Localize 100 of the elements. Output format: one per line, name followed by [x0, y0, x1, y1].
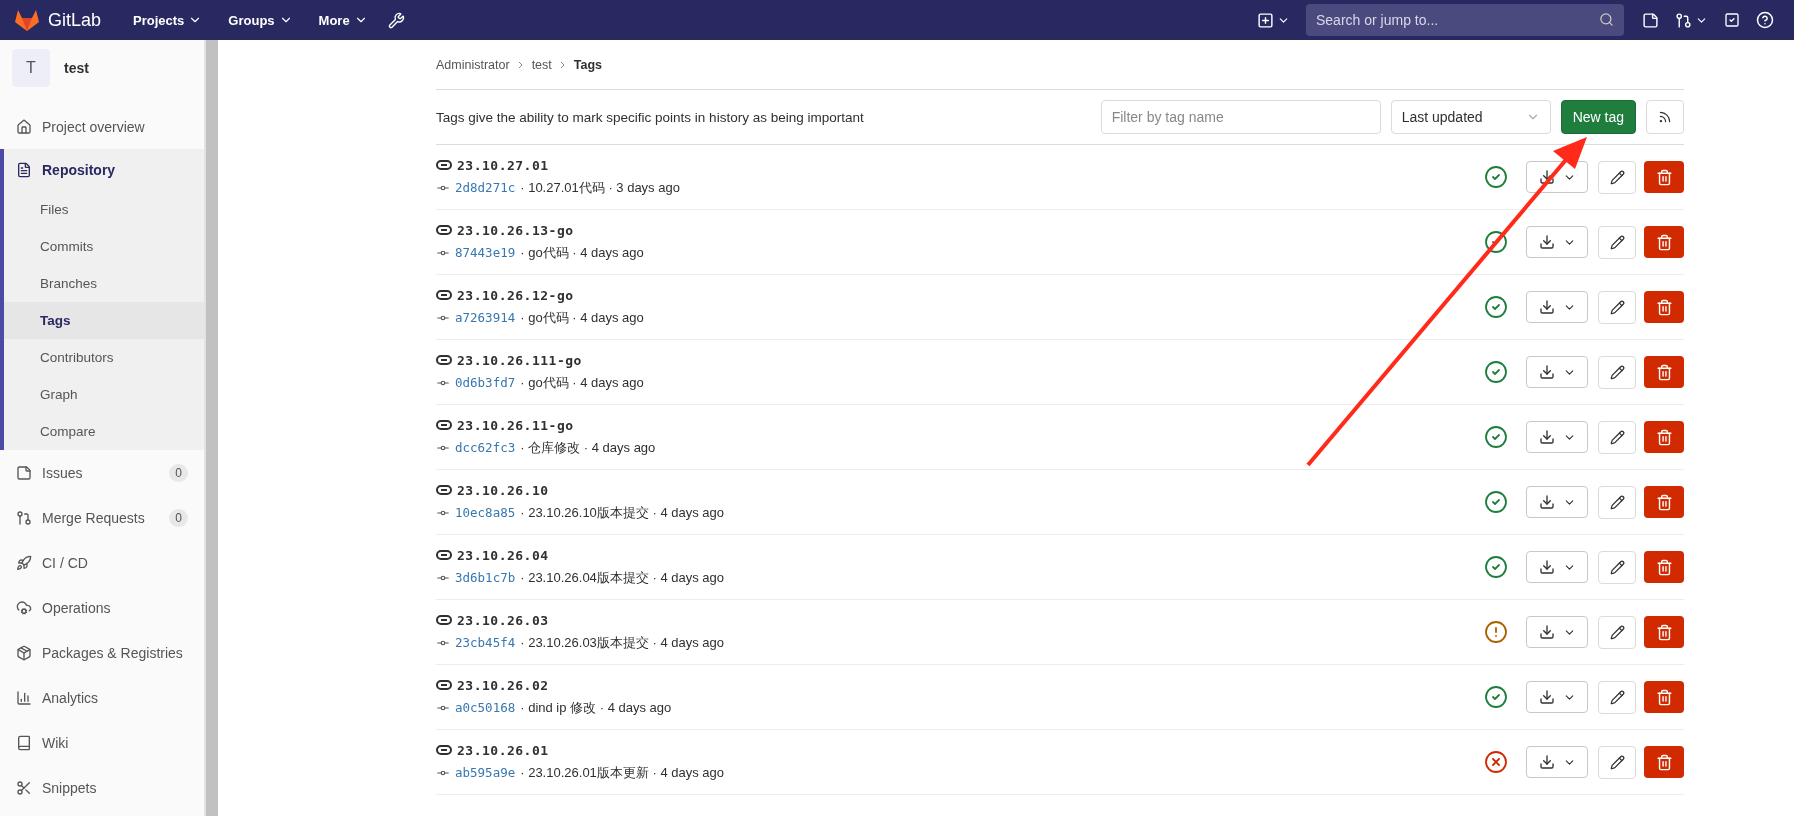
nav-menu[interactable]: Projects	[127, 8, 209, 32]
intro-text: Tags give the ability to mark specific points in history as being important	[436, 109, 865, 125]
wrench-icon[interactable]	[387, 11, 405, 29]
commit-sha[interactable]: 2d8d271c	[455, 180, 516, 195]
search-field[interactable]: Search or jump to...	[1306, 4, 1624, 36]
logo-icon[interactable]	[14, 8, 40, 32]
delete-button[interactable]	[1644, 421, 1684, 453]
scrollbar[interactable]	[205, 40, 218, 816]
commit-summary: · 23.10.26.01版本更新 · 4 days ago	[520, 763, 724, 782]
download-button[interactable]	[1526, 486, 1588, 518]
delete-button[interactable]	[1644, 551, 1684, 583]
sidebar-item[interactable]: Issues 0	[0, 450, 204, 495]
delete-button[interactable]	[1644, 746, 1684, 778]
sidebar-subitem[interactable]: Tags	[4, 302, 204, 339]
tag-name[interactable]: 23.10.26.13-go	[457, 222, 574, 238]
delete-button[interactable]	[1644, 681, 1684, 713]
sidebar-subitem[interactable]: Graph	[4, 376, 204, 413]
commit-sha[interactable]: 3d6b1c7b	[455, 570, 516, 585]
tag-name[interactable]: 23.10.26.02	[457, 677, 549, 693]
x-circle-icon[interactable]	[1484, 750, 1508, 774]
check-circle-icon[interactable]	[1484, 230, 1508, 254]
tag-name[interactable]: 23.10.26.12-go	[457, 287, 574, 303]
sidebar-item[interactable]: CI / CD	[0, 540, 204, 585]
edit-button[interactable]	[1598, 680, 1636, 714]
check-circle-icon[interactable]	[1484, 490, 1508, 514]
tag-name[interactable]: 23.10.26.03	[457, 612, 549, 628]
sort-dropdown[interactable]: Last updated	[1390, 100, 1551, 134]
chevron-right-icon	[559, 60, 566, 69]
sidebar-subitem[interactable]: Branches	[4, 265, 204, 302]
download-button[interactable]	[1526, 551, 1588, 583]
delete-button[interactable]	[1644, 486, 1684, 518]
breadcrumb-link[interactable]: test	[531, 57, 552, 72]
sidebar-subitem[interactable]: Files	[4, 191, 204, 228]
nav-menu[interactable]: More	[312, 8, 374, 32]
rss-button[interactable]	[1646, 100, 1684, 134]
edit-button[interactable]	[1598, 290, 1636, 324]
delete-button[interactable]	[1644, 356, 1684, 388]
breadcrumb-link[interactable]: Administrator	[436, 57, 510, 72]
sidebar-item[interactable]: Repository	[4, 149, 204, 191]
commit-sha[interactable]: 87443e19	[455, 245, 516, 260]
tag-name[interactable]: 23.10.26.11-go	[457, 417, 574, 433]
download-button[interactable]	[1526, 746, 1588, 778]
sidebar-item[interactable]: Merge Requests 0	[0, 495, 204, 540]
commit-sha[interactable]: a7263914	[455, 310, 516, 325]
check-circle-icon[interactable]	[1484, 425, 1508, 449]
commit-sha[interactable]: 23cb45f4	[455, 635, 516, 650]
edit-button[interactable]	[1598, 615, 1636, 649]
download-icon	[1538, 299, 1555, 315]
sidebar-subitem[interactable]: Compare	[4, 413, 204, 450]
filter-field[interactable]: Filter by tag name	[1100, 100, 1381, 134]
nav-menu[interactable]: Groups	[222, 8, 299, 32]
download-button[interactable]	[1526, 291, 1588, 323]
download-button[interactable]	[1526, 226, 1588, 258]
check-circle-icon[interactable]	[1484, 165, 1508, 189]
breadcrumb-link[interactable]: Tags	[573, 57, 603, 72]
delete-button[interactable]	[1644, 226, 1684, 258]
edit-button[interactable]	[1598, 355, 1636, 389]
sidebar-item[interactable]: Snippets	[0, 765, 204, 810]
edit-button[interactable]	[1598, 550, 1636, 584]
tag-name[interactable]: 23.10.26.01	[457, 742, 549, 758]
delete-button[interactable]	[1644, 161, 1684, 193]
sidebar-icon	[16, 779, 32, 796]
commit-sha[interactable]: 10ec8a85	[455, 505, 516, 520]
sidebar-item[interactable]: Operations	[0, 585, 204, 630]
tag-name[interactable]: 23.10.26.04	[457, 547, 549, 563]
sidebar-subitem[interactable]: Contributors	[4, 339, 204, 376]
download-button[interactable]	[1526, 421, 1588, 453]
commit-sha[interactable]: a0c50168	[455, 700, 516, 715]
tag-name[interactable]: 23.10.26.10	[457, 482, 549, 498]
check-circle-icon[interactable]	[1484, 295, 1508, 319]
delete-button[interactable]	[1644, 291, 1684, 323]
pencil-icon	[1609, 689, 1625, 705]
new-tag-button[interactable]: New tag	[1560, 100, 1636, 134]
tag-name[interactable]: 23.10.26.111-go	[457, 352, 582, 368]
tag-name[interactable]: 23.10.27.01	[457, 157, 549, 173]
commit-sha[interactable]: ab595a9e	[455, 765, 516, 780]
sidebar-subitem[interactable]: Commits	[4, 228, 204, 265]
edit-button[interactable]	[1598, 420, 1636, 454]
sidebar-item[interactable]: Analytics	[0, 675, 204, 720]
sidebar-item[interactable]: Packages & Registries	[0, 630, 204, 675]
edit-button[interactable]	[1598, 225, 1636, 259]
sidebar-item[interactable]: Project overview	[0, 104, 204, 149]
check-circle-icon[interactable]	[1484, 555, 1508, 579]
commit-sha[interactable]: dcc62fc3	[455, 440, 516, 455]
download-button[interactable]	[1526, 616, 1588, 648]
edit-button[interactable]	[1598, 745, 1636, 779]
download-button[interactable]	[1526, 356, 1588, 388]
project-name[interactable]: test	[64, 60, 89, 76]
edit-button[interactable]	[1598, 485, 1636, 519]
check-circle-icon[interactable]	[1484, 360, 1508, 384]
project-avatar[interactable]: T	[12, 49, 50, 87]
sidebar-item[interactable]: Wiki	[0, 720, 204, 765]
edit-button[interactable]	[1598, 160, 1636, 194]
download-button[interactable]	[1526, 681, 1588, 713]
delete-button[interactable]	[1644, 616, 1684, 648]
check-circle-icon[interactable]	[1484, 685, 1508, 709]
warning-icon[interactable]	[1484, 620, 1508, 644]
trash-icon	[1655, 558, 1673, 576]
chevron-right-icon	[517, 60, 524, 69]
commit-sha[interactable]: 0d6b3fd7	[455, 375, 516, 390]
